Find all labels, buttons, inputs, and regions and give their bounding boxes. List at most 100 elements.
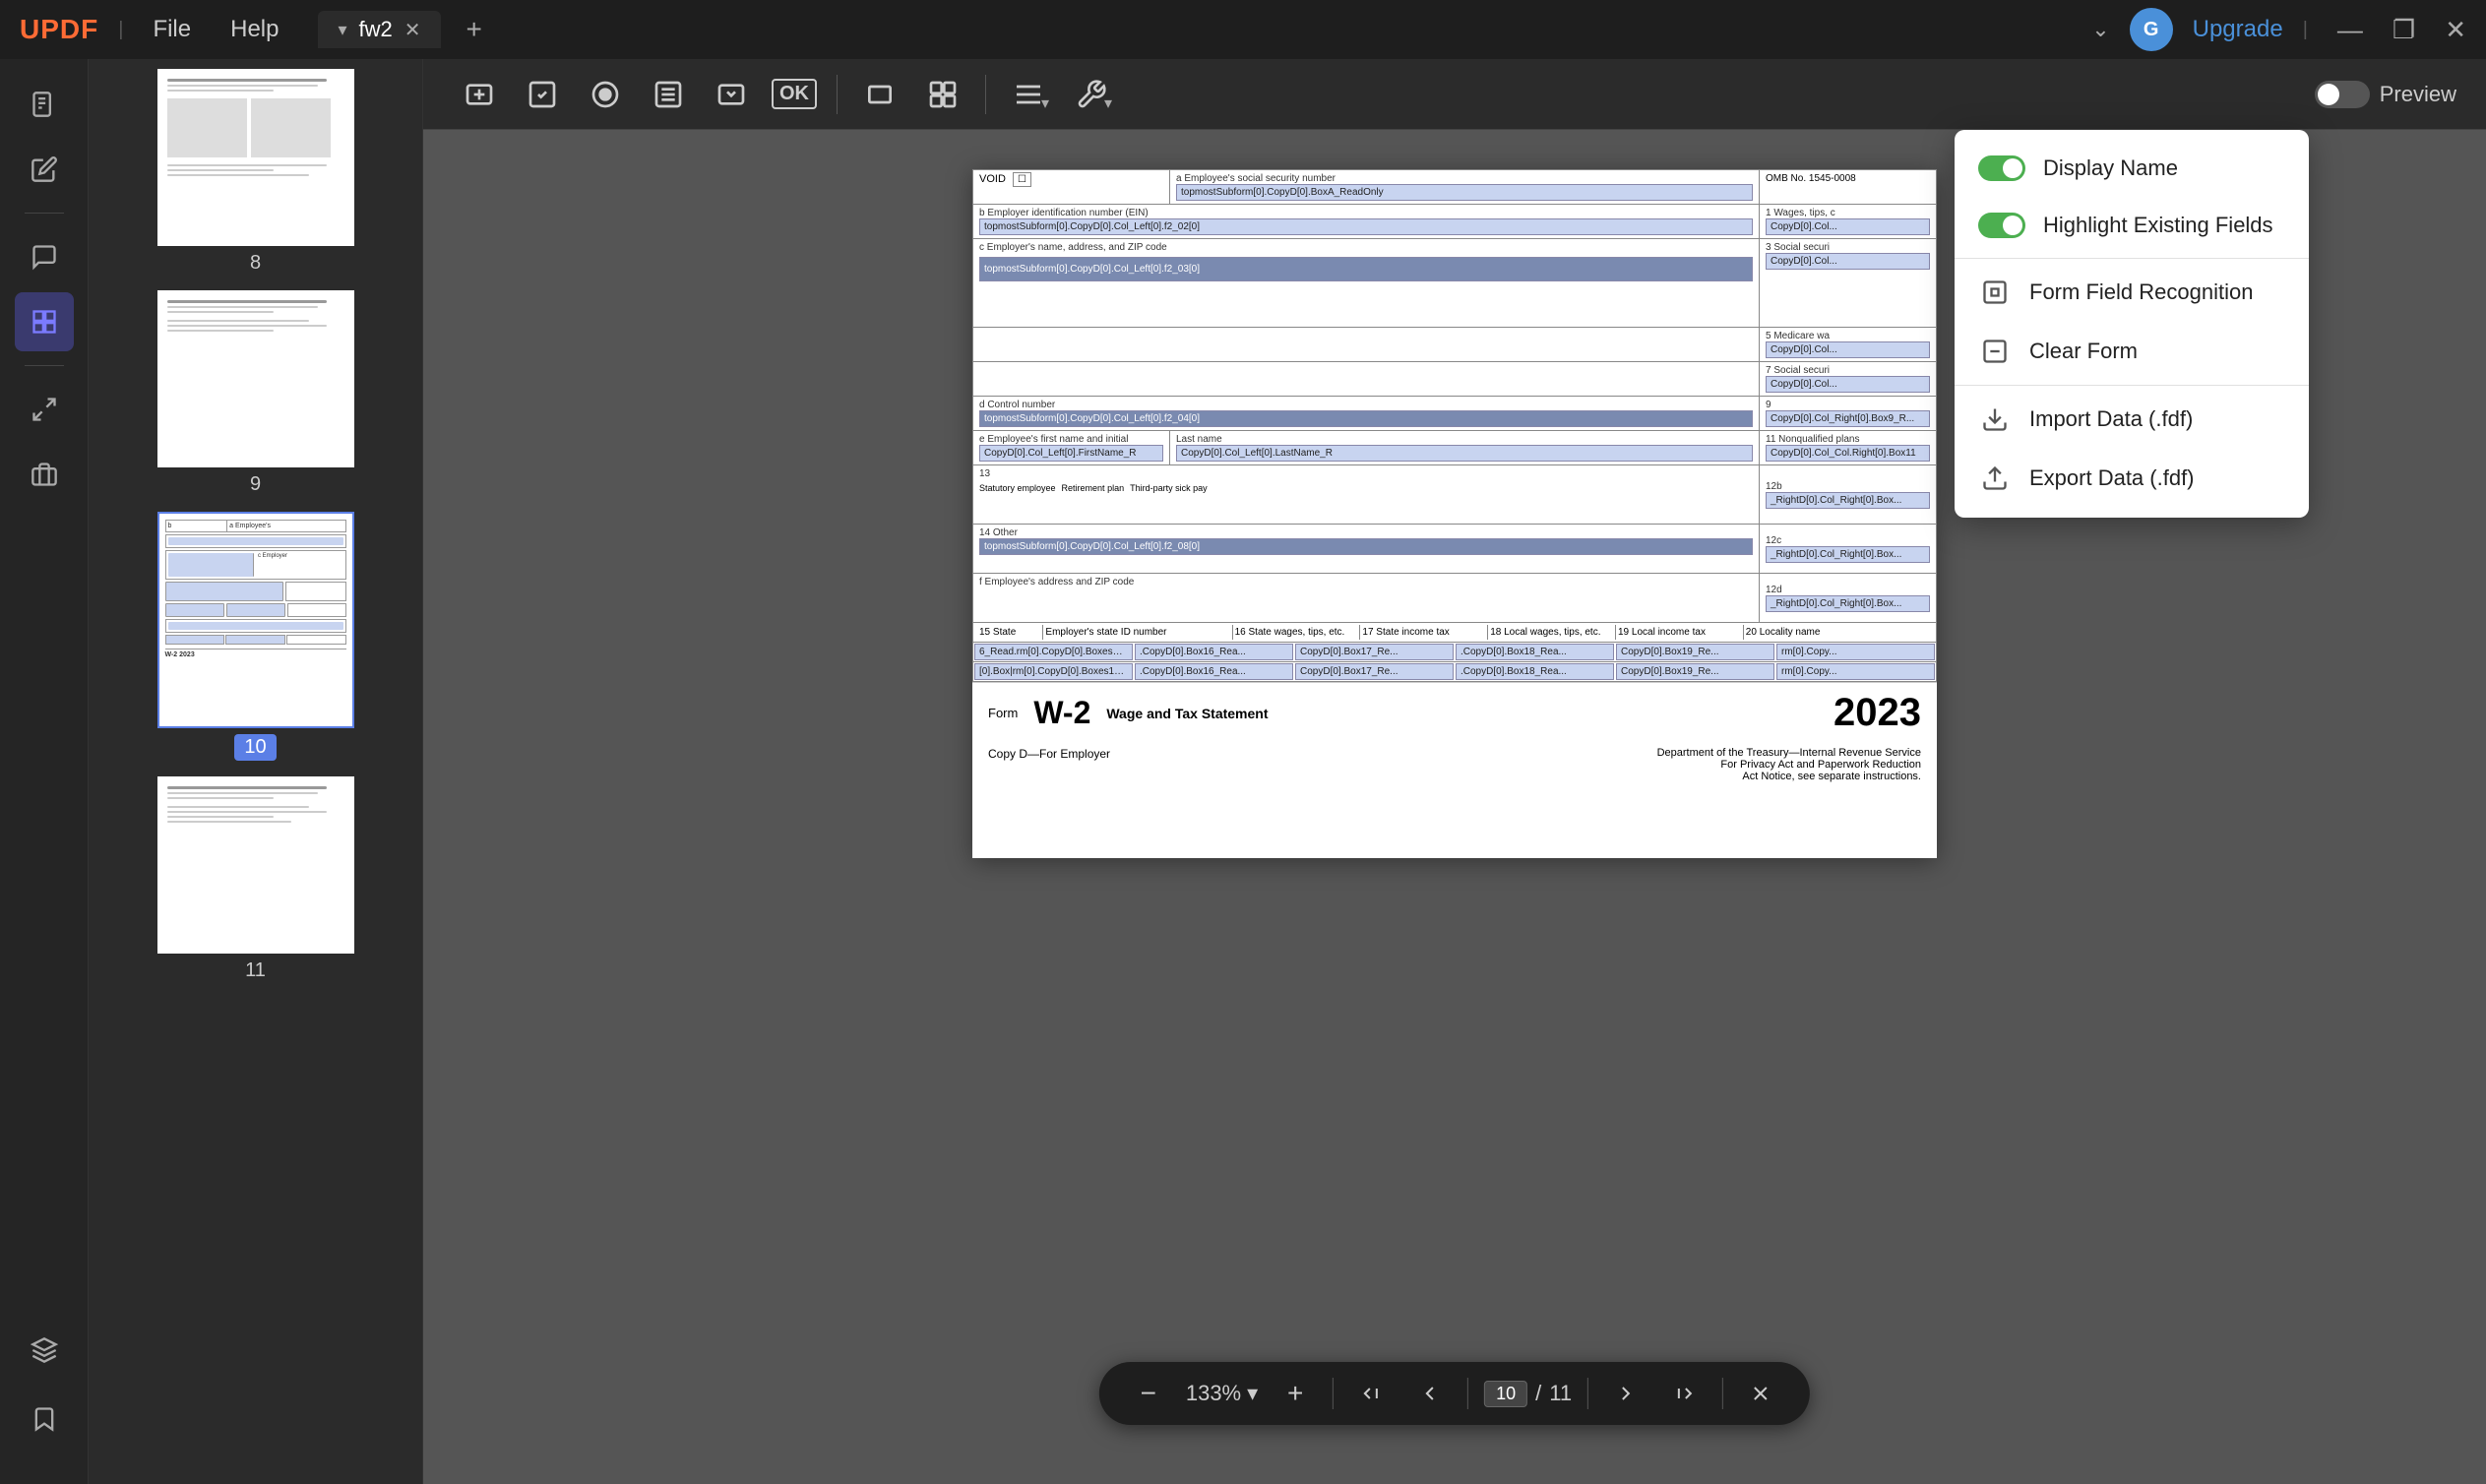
settings-dropdown-button[interactable]: ▾ <box>1002 68 1055 121</box>
box-3-field[interactable]: CopyD[0].Col... <box>1766 253 1930 270</box>
box-11-field[interactable]: CopyD[0].Col_Col.Right[0].Box11 <box>1766 445 1930 462</box>
thumb-label-11: 11 <box>245 959 266 982</box>
help-menu[interactable]: Help <box>220 12 288 47</box>
close-window-button[interactable]: ✕ <box>2445 15 2466 45</box>
box-d-field[interactable]: topmostSubform[0].CopyD[0].Col_Left[0].f… <box>979 410 1753 427</box>
box20-field2[interactable]: rm[0].Copy... <box>1776 663 1935 680</box>
wrench-button[interactable]: ▾ <box>1065 68 1118 121</box>
box19-field2[interactable]: CopyD[0].Box19_Re... <box>1616 663 1774 680</box>
box17-field[interactable]: CopyD[0].Box17_Re... <box>1295 644 1454 660</box>
box-20-label: 20 Locality name <box>1746 627 1821 638</box>
box-9-field[interactable]: CopyD[0].Col_Right[0].Box9_R... <box>1766 410 1930 427</box>
box-7-field[interactable]: CopyD[0].Col... <box>1766 376 1930 393</box>
thumbnail-panel[interactable]: 8 9 b a Emplo <box>89 59 423 1484</box>
first-name-field[interactable]: CopyD[0].Col_Left[0].FirstName_R <box>979 445 1163 462</box>
box18-field[interactable]: .CopyD[0].Box18_Rea... <box>1456 644 1614 660</box>
zoom-in-button[interactable]: + <box>1274 1372 1317 1415</box>
maximize-button[interactable]: ❐ <box>2393 15 2415 45</box>
state-field-1[interactable]: 6_Read.rm[0].CopyD[0].Boxes15_ReadO... <box>974 644 1133 660</box>
thumbnail-page-11[interactable]: 11 <box>157 776 354 982</box>
active-tab[interactable]: ▾ fw2 ✕ <box>318 11 440 48</box>
add-tab-button[interactable]: + <box>466 14 482 45</box>
thumb-label-10: 10 <box>234 734 276 761</box>
thumbnail-page-10[interactable]: b a Employee's c Employer <box>157 512 354 761</box>
thumbnail-page-8[interactable]: 8 <box>157 69 354 275</box>
state-field-2[interactable]: [0].Box|rm[0].CopyD[0].Boxes15_ReadO... <box>974 663 1133 680</box>
sidebar-item-comment[interactable] <box>15 227 74 286</box>
w2-footer: Form W-2 Wage and Tax Statement 2023 <box>972 682 1937 743</box>
minimize-button[interactable]: — <box>2337 15 2363 45</box>
highlight-fields-toggle-switch[interactable] <box>1978 213 2025 238</box>
single-view-button[interactable] <box>853 68 906 121</box>
sidebar-item-form[interactable] <box>15 292 74 351</box>
sidebar-item-layers[interactable] <box>15 1321 74 1380</box>
box-12b-cell: 12b _RightD[0].Col_Right[0].Box... <box>1760 465 1937 525</box>
file-menu[interactable]: File <box>143 12 201 47</box>
listbox-tool-button[interactable] <box>642 68 695 121</box>
radio-tool-button[interactable] <box>579 68 632 121</box>
dept-label: Department of the Treasury—Internal Reve… <box>1657 747 1921 759</box>
box19-field[interactable]: CopyD[0].Box19_Re... <box>1616 644 1774 660</box>
highlight-fields-item[interactable]: Highlight Existing Fields <box>1955 197 2309 254</box>
first-page-button[interactable] <box>1349 1372 1393 1415</box>
button-icon-label: OK <box>772 79 817 109</box>
combobox-tool-button[interactable] <box>705 68 758 121</box>
user-avatar[interactable]: G <box>2130 8 2173 51</box>
box17-field2[interactable]: CopyD[0].Box17_Re... <box>1295 663 1454 680</box>
text-field-tool-button[interactable] <box>453 68 506 121</box>
w2-year: 2023 <box>1833 691 1921 735</box>
box-1-field[interactable]: CopyD[0].Col... <box>1766 218 1930 235</box>
last-name-cell: Last name CopyD[0].Col_Left[0].LastName_… <box>1170 431 1760 465</box>
close-bottom-toolbar-button[interactable] <box>1739 1372 1782 1415</box>
preview-toggle-switch[interactable] <box>2315 81 2370 108</box>
sidebar-item-bookmark[interactable] <box>15 1390 74 1449</box>
display-name-toggle[interactable] <box>1978 155 2025 181</box>
export-data-item[interactable]: Export Data (.fdf) <box>1955 449 2309 508</box>
box-a-field[interactable]: topmostSubform[0].CopyD[0].BoxA_ReadOnly <box>1176 184 1753 201</box>
window-dropdown-button[interactable]: ⌄ <box>2091 17 2109 42</box>
multi-view-button[interactable] <box>916 68 969 121</box>
box-d-cell: d Control number topmostSubform[0].CopyD… <box>973 397 1760 431</box>
box-c-field[interactable]: topmostSubform[0].CopyD[0].Col_Left[0].f… <box>979 257 1753 281</box>
import-data-item[interactable]: Import Data (.fdf) <box>1955 390 2309 449</box>
box16-field[interactable]: .CopyD[0].Box16_Rea... <box>1135 644 1293 660</box>
box16-field2[interactable]: .CopyD[0].Box16_Rea... <box>1135 663 1293 680</box>
sidebar-item-document[interactable] <box>15 75 74 134</box>
next-page-button[interactable] <box>1604 1372 1647 1415</box>
display-name-item[interactable]: Display Name <box>1955 140 2309 197</box>
box18-field2[interactable]: .CopyD[0].Box18_Rea... <box>1456 663 1614 680</box>
form-field-recognition-item[interactable]: Form Field Recognition <box>1955 263 2309 322</box>
button-tool-button[interactable]: OK <box>768 68 821 121</box>
thumbnail-page-9[interactable]: 9 <box>157 290 354 496</box>
box-c-cell: c Employer's name, address, and ZIP code… <box>973 239 1760 328</box>
box-b-field[interactable]: topmostSubform[0].CopyD[0].Col_Left[0].f… <box>979 218 1753 235</box>
highlight-fields-toggle[interactable] <box>1978 213 2025 238</box>
box-17-label: 17 State income tax <box>1362 627 1449 638</box>
export-data-label: Export Data (.fdf) <box>2029 465 2195 491</box>
tab-close-button[interactable]: ✕ <box>404 18 421 42</box>
box-12b-field[interactable]: _RightD[0].Col_Right[0].Box... <box>1766 492 1930 509</box>
upgrade-button[interactable]: Upgrade <box>2193 16 2283 43</box>
last-name-label: Last name <box>1176 434 1753 445</box>
clear-form-item[interactable]: Clear Form <box>1955 322 2309 381</box>
sidebar-item-organize[interactable] <box>15 445 74 504</box>
box20-field[interactable]: rm[0].Copy... <box>1776 644 1935 660</box>
box-12c-field[interactable]: _RightD[0].Col_Right[0].Box... <box>1766 546 1930 563</box>
prev-page-button[interactable] <box>1408 1372 1452 1415</box>
zoom-dropdown-icon[interactable]: ▾ <box>1247 1381 1258 1406</box>
checkbox-tool-button[interactable] <box>516 68 569 121</box>
current-page-input[interactable] <box>1484 1381 1527 1407</box>
toolbar-sep-1 <box>837 75 838 114</box>
box-5-field[interactable]: CopyD[0].Col... <box>1766 341 1930 358</box>
sidebar-item-edit[interactable] <box>15 140 74 199</box>
sidebar-item-pages[interactable] <box>15 380 74 439</box>
zoom-out-button[interactable]: − <box>1127 1372 1170 1415</box>
box-13-options: Statutory employee Retirement plan Third… <box>979 483 1753 493</box>
void-cell: VOID ☐ <box>973 170 1170 205</box>
highlight-fields-knob <box>2003 216 2022 235</box>
last-name-field[interactable]: CopyD[0].Col_Left[0].LastName_R <box>1176 445 1753 462</box>
last-page-button[interactable] <box>1663 1372 1707 1415</box>
display-name-toggle-switch[interactable] <box>1978 155 2025 181</box>
box-f-field[interactable]: topmostSubform[0].CopyD[0].Col_Left[0].f… <box>979 538 1753 555</box>
box-12d-field[interactable]: _RightD[0].Col_Right[0].Box... <box>1766 595 1930 612</box>
